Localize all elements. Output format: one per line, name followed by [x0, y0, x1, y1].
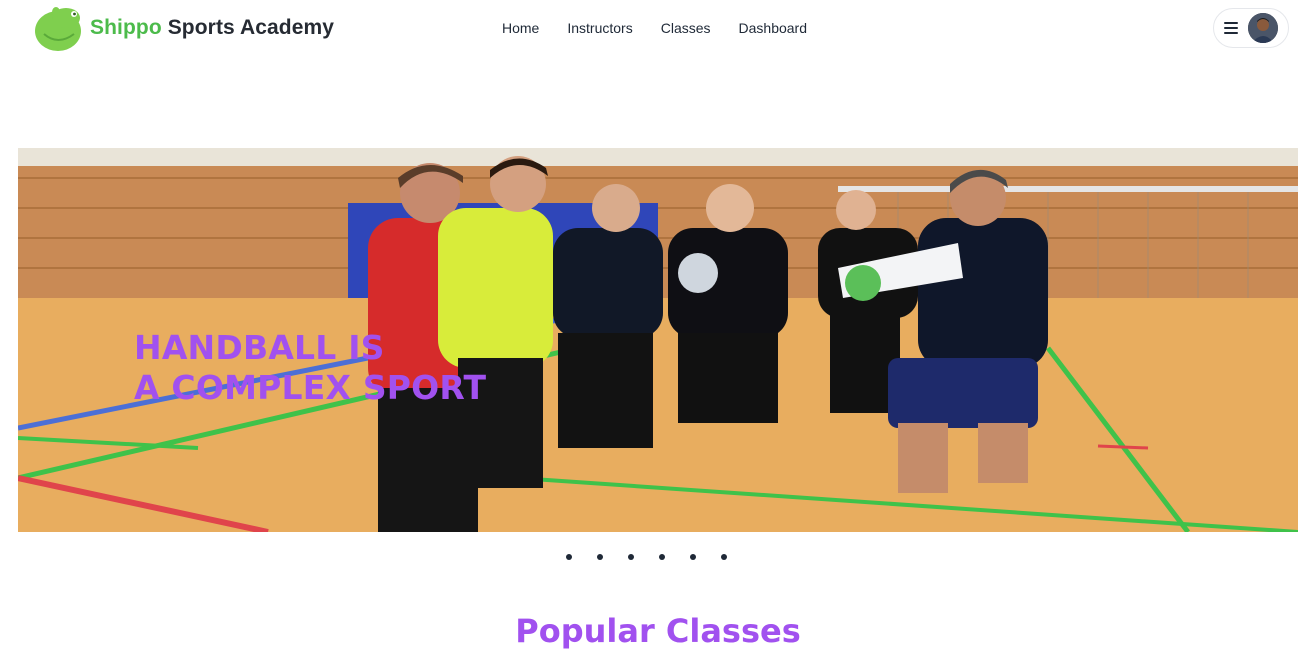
hero-carousel[interactable]: HANDBALL IS A COMPLEX SPORT [18, 148, 1298, 532]
brand-name-accent: Shippo [90, 16, 162, 39]
nav-instructors[interactable]: Instructors [553, 18, 646, 38]
hero-caption: HANDBALL IS A COMPLEX SPORT [134, 328, 486, 408]
navbar: Shippo Sports Academy Home Instructors C… [0, 0, 1316, 56]
nav-dashboard[interactable]: Dashboard [725, 18, 822, 38]
carousel-dot-2[interactable] [597, 554, 603, 560]
user-menu-button[interactable] [1213, 8, 1289, 48]
carousel-dot-6[interactable] [721, 554, 727, 560]
hero-caption-line2: A COMPLEX SPORT [134, 368, 487, 407]
user-avatar [1248, 13, 1278, 43]
carousel-dot-5[interactable] [690, 554, 696, 560]
hero-caption-line1: HANDBALL IS [134, 328, 385, 367]
brand-link[interactable]: Shippo Sports Academy [34, 4, 334, 52]
carousel-dots [566, 554, 727, 560]
main-nav: Home Instructors Classes Dashboard [488, 18, 821, 38]
nav-home[interactable]: Home [488, 18, 553, 38]
hamburger-icon [1224, 22, 1238, 34]
popular-classes-title: Popular Classes [515, 612, 801, 650]
brand-name-rest: Sports Academy [167, 16, 335, 39]
carousel-dot-3[interactable] [628, 554, 634, 560]
nav-classes[interactable]: Classes [647, 18, 725, 38]
carousel-dot-4[interactable] [659, 554, 665, 560]
hippo-logo-icon [35, 7, 81, 51]
carousel-dot-1[interactable] [566, 554, 572, 560]
brand-name: Shippo Sports Academy [90, 16, 334, 40]
